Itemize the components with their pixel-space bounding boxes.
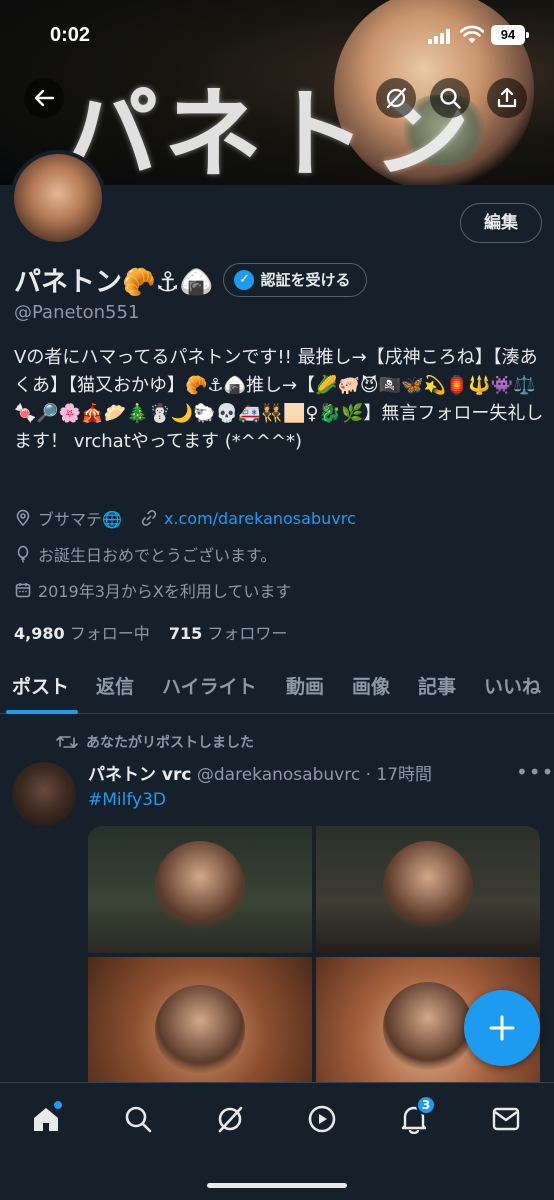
verified-badge-icon: ✓	[234, 269, 255, 290]
balloon-icon	[17, 545, 29, 563]
repost-icon	[56, 736, 78, 748]
location-pin-icon	[16, 509, 30, 527]
tab-videos[interactable]: 動画	[286, 672, 324, 699]
grok-icon	[218, 1106, 243, 1133]
profile-birthday-row: お誕生日おめでとうございます。	[14, 542, 276, 566]
grok-icon	[386, 87, 407, 109]
following-count: 4,980	[14, 624, 65, 643]
mail-icon	[492, 1107, 520, 1131]
following-link[interactable]: 4,980 フォロー中	[14, 624, 150, 643]
profile-avatar[interactable]	[10, 150, 106, 246]
status-bar: 0:02 94	[0, 0, 554, 70]
post-image[interactable]	[316, 826, 540, 953]
tab-articles[interactable]: 記事	[418, 672, 456, 699]
profile-joined-date: 2019年3月からXを利用しています	[38, 582, 292, 601]
profile-meta-row: ブサマテ🌐 x.com/darekanosabuvrc	[14, 506, 356, 530]
compose-post-button[interactable]	[464, 990, 540, 1066]
post-image[interactable]	[88, 826, 312, 953]
share-button[interactable]	[487, 78, 527, 118]
profile-website-link[interactable]: x.com/darekanosabuvrc	[164, 509, 356, 528]
profile-name-row: パネトン🥐⚓🍙 ✓ 認証を受ける	[14, 260, 368, 299]
repost-indicator: あなたがリポストしました	[56, 732, 254, 752]
more-options-icon[interactable]: •••	[516, 760, 554, 784]
get-verified-button[interactable]: ✓ 認証を受ける	[223, 262, 368, 297]
nav-videos[interactable]	[304, 1101, 340, 1137]
arrow-left-icon	[34, 89, 55, 107]
nav-messages[interactable]	[488, 1101, 524, 1137]
search-button[interactable]	[430, 78, 470, 118]
post-hashtag[interactable]: #Milfy3D	[88, 790, 166, 810]
tab-highlights[interactable]: ハイライト	[162, 672, 257, 699]
post-author-name[interactable]: パネトン vrc	[88, 765, 191, 785]
status-time: 0:02	[50, 24, 91, 46]
home-indicator	[207, 1183, 347, 1188]
following-label: フォロー中	[69, 624, 150, 643]
tab-likes[interactable]: いいね	[484, 672, 541, 699]
followers-link[interactable]: 715 フォロワー	[169, 624, 288, 643]
get-verified-label: 認証を受ける	[260, 271, 351, 289]
play-circle-icon	[308, 1105, 336, 1133]
battery-indicator: 94	[491, 25, 529, 45]
search-icon	[440, 88, 461, 109]
tab-replies[interactable]: 返信	[96, 672, 134, 699]
profile-bio: Vの者にハマってるパネトンです!! 最推し→【戌神ころね】【湊あくあ】【猫又おか…	[14, 347, 544, 452]
post-author-avatar[interactable]	[12, 762, 76, 826]
profile-joined-row: 2019年3月からXを利用しています	[14, 578, 291, 602]
post-media-grid	[88, 826, 540, 1096]
display-name: パネトン🥐⚓🍙	[14, 267, 214, 298]
share-icon	[497, 87, 517, 108]
notifications-badge: 3	[416, 1095, 436, 1115]
post-header: パネトン vrc @darekanosabuvrc · 17時間	[88, 760, 432, 785]
home-unread-dot	[54, 1101, 62, 1109]
wifi-icon	[460, 25, 484, 43]
grok-button[interactable]	[376, 78, 416, 118]
back-button[interactable]	[24, 78, 64, 118]
active-tab-indicator	[6, 710, 78, 714]
followers-count: 715	[168, 624, 203, 643]
calendar-icon	[15, 583, 31, 598]
repost-label: あなたがリポストしました	[86, 735, 254, 751]
followers-label: フォロワー	[207, 624, 288, 643]
post-image[interactable]	[88, 957, 312, 1096]
link-icon	[141, 510, 157, 526]
edit-profile-button[interactable]: 編集	[460, 203, 542, 243]
nav-notifications[interactable]: 3	[396, 1095, 436, 1137]
nav-grok[interactable]	[212, 1101, 248, 1137]
post-time: · 17時間	[365, 765, 433, 785]
search-icon	[125, 1106, 152, 1133]
tab-posts[interactable]: ポスト	[12, 672, 69, 699]
profile-handle: @Paneton551	[14, 302, 140, 323]
profile-tabs: ポスト 返信 ハイライト 動画 画像 記事 いいね	[0, 664, 554, 714]
profile-location: ブサマテ🌐	[38, 510, 122, 529]
profile-birthday: お誕生日おめでとうございます。	[38, 546, 277, 565]
follow-counts: 4,980 フォロー中 715 フォロワー	[14, 620, 287, 644]
cellular-signal-icon	[428, 28, 452, 44]
banner-text: パネトン	[60, 78, 477, 185]
post-author-handle: @darekanosabuvrc	[196, 765, 361, 785]
plus-icon	[489, 1015, 515, 1041]
tab-media[interactable]: 画像	[352, 672, 390, 699]
nav-home[interactable]	[28, 1101, 64, 1137]
nav-search[interactable]	[120, 1101, 156, 1137]
